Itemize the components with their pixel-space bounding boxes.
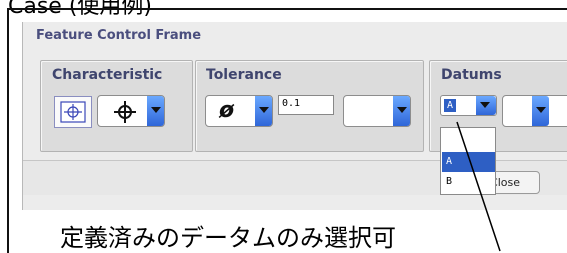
section-heading: Case (使用例) — [8, 0, 152, 19]
primary-datum-dropdown[interactable]: A — [440, 95, 497, 116]
chevron-down-icon — [147, 96, 164, 126]
characteristic-dropdown[interactable] — [97, 95, 165, 127]
callout-line — [456, 121, 501, 252]
datums-label: Datums — [441, 67, 502, 83]
position-tolerance-icon — [60, 101, 86, 123]
frame-border-left — [7, 9, 9, 253]
chevron-down-icon — [476, 96, 496, 115]
chevron-down-icon — [393, 96, 410, 126]
secondary-datum-dropdown[interactable] — [502, 95, 567, 127]
characteristic-label: Characteristic — [52, 67, 163, 83]
frame-border-top — [7, 8, 567, 10]
position-symbol-button[interactable] — [54, 96, 92, 128]
position-crosshair-icon — [114, 101, 136, 123]
diameter-symbol: ø — [219, 98, 235, 123]
diameter-modifier-dropdown[interactable]: ø — [205, 95, 273, 127]
tolerance-modifier-dropdown[interactable] — [343, 95, 411, 127]
chevron-down-icon — [532, 96, 549, 126]
annotation-text: 定義済みのデータムのみ選択可 — [60, 224, 396, 252]
dialog-title: Feature Control Frame — [36, 28, 202, 43]
tolerance-label: Tolerance — [206, 67, 282, 83]
tolerance-value-input[interactable]: 0.1 — [278, 95, 334, 115]
primary-datum-value: A — [444, 99, 456, 112]
chevron-down-icon — [255, 96, 272, 126]
